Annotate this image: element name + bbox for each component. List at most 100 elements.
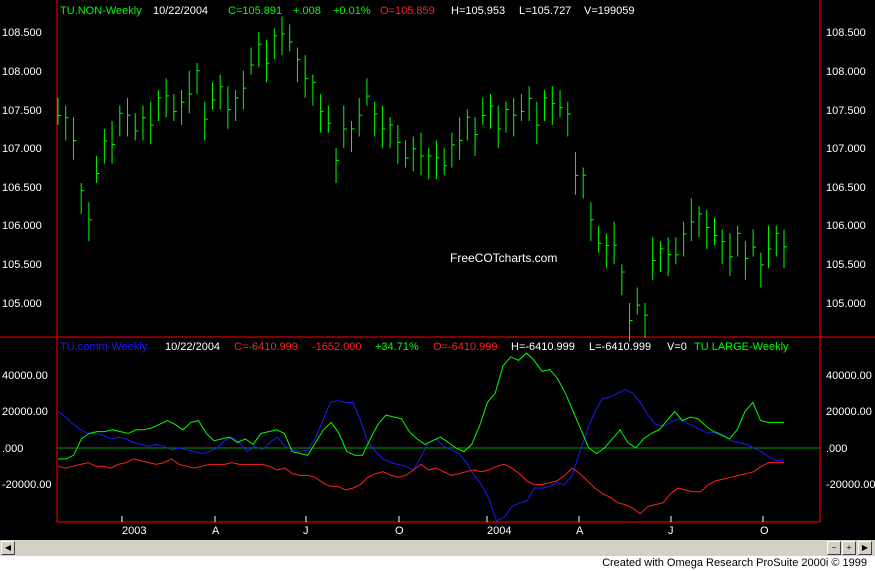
y-tick-label: 105.500 [826,259,866,271]
x-axis: 2003 A J O 2004 A J O [121,516,769,537]
price-bar [420,132,424,176]
price-bar [729,233,733,276]
lower-y-axis-left: 40000.00 20000.00 .000 -20000.00 [2,370,52,491]
y-tick-label: -20000.00 [2,479,52,491]
price-bar [273,28,278,60]
y-tick-label: 108.000 [2,66,42,78]
price-bar [389,117,394,149]
y-tick-label: 107.500 [2,105,42,117]
price-bar [706,210,710,249]
upper-change: +.008 [293,5,321,17]
lower-symbol: TU.comm-Weekly [60,341,148,353]
upper-low: L=105.727 [519,5,571,17]
lower-date: 10/22/2004 [165,341,220,353]
price-bar [667,237,672,276]
upper-y-axis-left: 108.500 108.000 107.500 107.000 106.500 … [2,27,42,310]
price-bar [721,229,726,265]
x-tick-label: J [668,525,674,537]
price-bar [644,303,648,338]
y-tick-label: 105.000 [2,298,42,310]
price-bars [57,16,787,342]
price-bar [250,47,255,75]
price-bar [304,55,309,98]
x-tick-label: 2003 [122,525,146,537]
price-bar [629,303,633,342]
zoom-out-icon[interactable]: − [827,541,841,555]
price-bar [505,101,509,133]
y-tick-label: 20000.00 [2,406,48,418]
y-tick-label: 106.500 [826,182,866,194]
price-bar [737,225,741,257]
price-bar [652,237,656,280]
upper-volume: V=199059 [584,5,634,17]
y-tick-label: 20000.00 [826,406,872,418]
price-bar [582,167,587,199]
price-bar [88,202,92,242]
price-bar [574,152,579,195]
price-bar [312,74,316,106]
price-bar [358,97,363,137]
zoom-in-icon[interactable]: + [842,541,856,555]
price-bar [443,148,448,176]
price-bar [621,264,625,296]
price-bar [752,229,757,257]
price-bar [513,97,517,137]
price-bar [482,97,486,125]
price-bar [335,148,340,183]
y-tick-label: 107.500 [826,105,866,117]
price-bar [598,225,602,253]
scroll-right-icon[interactable]: ▶ [858,541,872,555]
y-tick-label: 107.000 [2,143,42,155]
price-bar [775,225,780,257]
price-bar [320,93,324,133]
y-tick-label: 106.000 [2,220,42,232]
price-bar [188,70,193,114]
lower-high: H=-6410.999 [511,341,575,353]
y-tick-label: 108.000 [826,66,866,78]
price-bar [760,252,764,288]
price-bar [567,101,571,137]
credit-bar: Created with Omega Research ProSuite 200… [0,556,875,571]
price-bar [590,202,594,242]
price-bar [544,90,548,122]
lower-close: C=-6410.999 [234,341,298,353]
upper-close: C=105.891 [228,5,282,17]
y-tick-label: 108.500 [2,27,42,39]
price-bar [96,155,100,183]
x-tick-label: O [760,525,769,537]
y-tick-label: .000 [826,443,847,455]
upper-header: TU.NON-Weekly 10/22/2004 C=105.891 +.008… [60,5,634,17]
x-tick-label: A [212,525,220,537]
upper-symbol: TU.NON-Weekly [60,5,142,17]
price-bar [698,206,703,238]
lower-change: -1652.000 [312,341,362,353]
price-bar [683,221,687,257]
price-bar [296,47,301,83]
price-bar [474,117,479,156]
x-tick-label: A [576,525,584,537]
x-tick-label: O [395,525,404,537]
price-bar [343,105,347,149]
price-bar [397,124,401,164]
scroll-left-icon[interactable]: ◀ [1,541,15,555]
watermark: FreeCOTcharts.com [450,251,557,265]
price-bar [451,132,455,168]
price-bar [350,121,355,153]
price-bar [181,90,185,125]
horizontal-scrollbar[interactable]: ◀ − + ▶ [0,540,875,556]
price-bar [258,32,262,67]
price-bar [459,117,463,160]
price-bar [227,86,231,129]
price-bar [80,182,85,214]
chart-window: TU.NON-Weekly 10/22/2004 C=105.891 +.008… [0,0,875,571]
y-tick-label: 107.000 [826,143,866,155]
y-tick-label: -20000.00 [826,479,875,491]
y-tick-label: 40000.00 [2,370,48,382]
price-bar [150,101,154,145]
price-bar [374,101,378,137]
y-tick-label: 106.000 [826,220,866,232]
price-bar [559,90,564,118]
price-bar [165,78,170,118]
upper-high: H=105.953 [451,5,505,17]
price-bar [768,225,772,269]
